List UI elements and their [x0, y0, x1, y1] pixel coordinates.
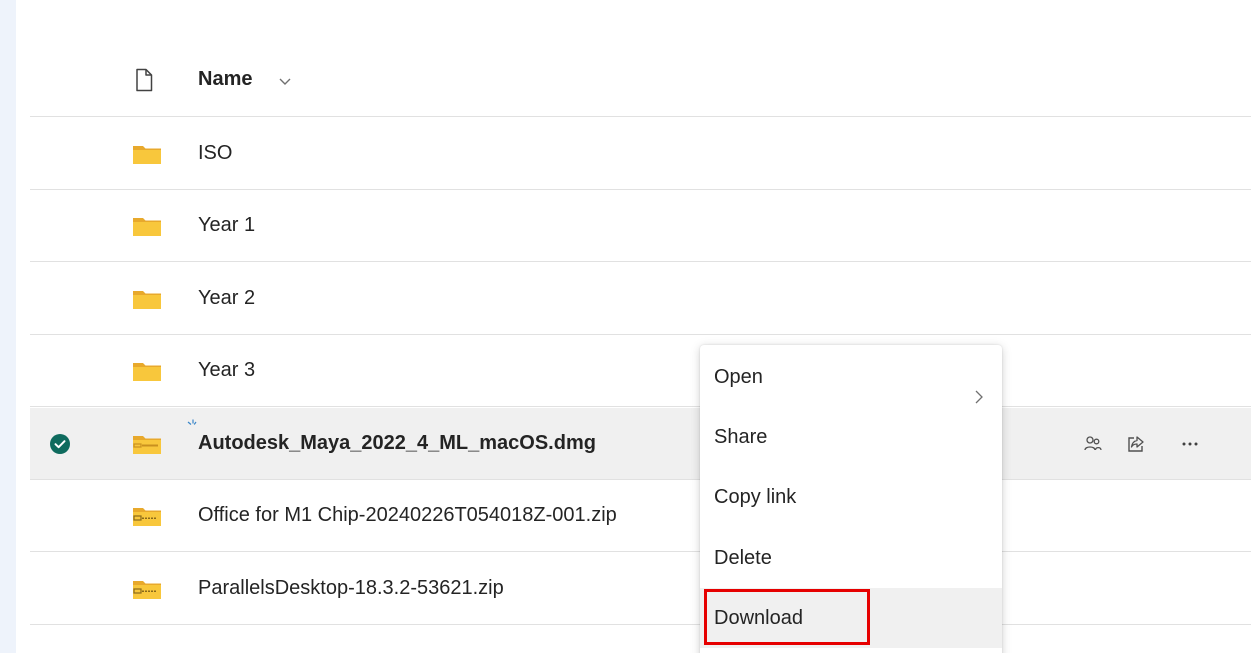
- list-item[interactable]: Office for M1 Chip-20240226T054018Z-001.…: [30, 480, 1251, 552]
- more-options-icon[interactable]: [1177, 431, 1203, 457]
- menu-item-share[interactable]: Share: [700, 407, 1002, 467]
- menu-item-label: Open: [714, 366, 763, 388]
- item-name[interactable]: ParallelsDesktop-18.3.2-53621.zip: [198, 577, 504, 600]
- share-icon[interactable]: [1123, 431, 1149, 457]
- menu-item-label: Share: [714, 426, 768, 448]
- menu-item-open[interactable]: Open: [700, 347, 1002, 407]
- item-name[interactable]: ISO: [198, 142, 232, 165]
- folder-icon: [131, 287, 163, 311]
- menu-item-label: Copy link: [714, 486, 797, 508]
- menu-item-copy-link[interactable]: Copy link: [700, 467, 1002, 527]
- list-item[interactable]: ParallelsDesktop-18.3.2-53621.zip: [30, 553, 1251, 625]
- checkmark-circle-icon[interactable]: [49, 433, 71, 455]
- list-item[interactable]: ISO: [30, 118, 1251, 190]
- manage-access-icon[interactable]: [1080, 431, 1106, 457]
- item-name[interactable]: Year 3: [198, 359, 255, 382]
- list-item[interactable]: Year 2: [30, 263, 1251, 335]
- chevron-down-icon[interactable]: [278, 74, 292, 85]
- left-navigation-rail: [0, 0, 16, 653]
- list-item[interactable]: Year 3: [30, 335, 1251, 407]
- item-name[interactable]: Year 2: [198, 287, 255, 310]
- folder-icon: [131, 142, 163, 166]
- file-browser-page: Name ISO Year 1 Year 2 Year 3 Autodesk_M…: [0, 0, 1251, 653]
- item-name[interactable]: Autodesk_Maya_2022_4_ML_macOS.dmg: [198, 432, 596, 455]
- list-item-selected[interactable]: Autodesk_Maya_2022_4_ML_macOS.dmg: [30, 408, 1251, 480]
- document-icon: [134, 68, 154, 92]
- context-menu: Open Share Copy link Delete Download: [700, 345, 1002, 653]
- menu-item-label: Download: [714, 607, 803, 629]
- list-item[interactable]: Year 1: [30, 190, 1251, 262]
- chevron-right-icon: [974, 369, 984, 404]
- menu-item-delete[interactable]: Delete: [700, 528, 1002, 588]
- zip-folder-icon: [131, 504, 163, 528]
- disk-image-icon: [131, 432, 163, 456]
- menu-item-download[interactable]: Download: [700, 588, 1002, 648]
- column-header-row: Name: [30, 44, 1251, 117]
- item-name[interactable]: Office for M1 Chip-20240226T054018Z-001.…: [198, 504, 617, 527]
- folder-icon: [131, 214, 163, 238]
- menu-item-label: Delete: [714, 547, 772, 569]
- folder-icon: [131, 359, 163, 383]
- item-name[interactable]: Year 1: [198, 214, 255, 237]
- name-column-header[interactable]: Name: [198, 68, 252, 91]
- zip-folder-icon: [131, 577, 163, 601]
- new-item-icon: [185, 418, 199, 432]
